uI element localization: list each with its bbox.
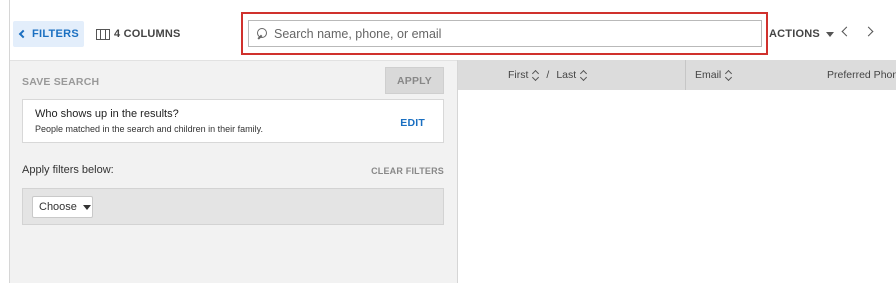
columns-button[interactable]: 4 COLUMNS xyxy=(96,21,181,47)
results-scope-title: Who shows up in the results? xyxy=(35,108,179,120)
filters-toggle-button[interactable]: FILTERS xyxy=(13,21,84,47)
sort-icon[interactable] xyxy=(532,70,539,81)
column-header-email[interactable]: Email xyxy=(695,60,732,90)
column-divider xyxy=(685,60,686,90)
column-email-label: Email xyxy=(695,69,722,81)
search-input[interactable] xyxy=(274,26,754,41)
actions-label: ACTIONS xyxy=(769,28,820,40)
column-first-label: First xyxy=(508,69,529,81)
people-search-app: FILTERS 4 COLUMNS ACTIONS SAVE SEARCH AP… xyxy=(9,0,896,283)
filter-panel: SAVE SEARCH APPLY Who shows up in the re… xyxy=(10,60,457,283)
actions-dropdown[interactable]: ACTIONS xyxy=(769,21,834,47)
chevron-left-icon[interactable] xyxy=(841,26,852,37)
search-box[interactable] xyxy=(248,20,762,47)
clear-filters-button[interactable]: CLEAR FILTERS xyxy=(371,166,444,176)
results-table: First / Last Email Preferred Phone xyxy=(457,60,896,283)
chevron-left-icon xyxy=(18,29,28,39)
caret-down-icon xyxy=(825,31,834,37)
name-separator: / xyxy=(546,69,550,81)
edit-scope-button[interactable]: EDIT xyxy=(400,117,425,129)
sort-icon[interactable] xyxy=(725,70,732,81)
results-scope-card: Who shows up in the results? People matc… xyxy=(22,99,444,143)
sort-icon[interactable] xyxy=(580,70,587,81)
column-header-preferred-phone[interactable]: Preferred Phone xyxy=(827,60,896,90)
columns-label: 4 COLUMNS xyxy=(114,28,181,40)
save-search-button[interactable]: SAVE SEARCH xyxy=(22,76,99,88)
column-preferred-phone-label: Preferred Phone xyxy=(827,69,896,81)
chevron-right-icon[interactable] xyxy=(863,26,874,37)
filter-drop-zone: Choose xyxy=(22,188,444,225)
table-header: First / Last Email Preferred Phone xyxy=(458,60,896,90)
columns-icon xyxy=(96,28,110,40)
column-last-label: Last xyxy=(556,69,577,81)
apply-button[interactable]: APPLY xyxy=(385,67,444,94)
apply-filters-label: Apply filters below: xyxy=(22,164,114,176)
results-scope-description: People matched in the search and childre… xyxy=(35,124,263,134)
caret-down-icon xyxy=(82,205,91,210)
choose-filter-select[interactable]: Choose xyxy=(32,196,93,218)
filters-label: FILTERS xyxy=(31,28,80,40)
column-header-name[interactable]: First / Last xyxy=(508,60,587,90)
choose-label: Choose xyxy=(39,201,77,213)
search-icon xyxy=(257,27,269,40)
